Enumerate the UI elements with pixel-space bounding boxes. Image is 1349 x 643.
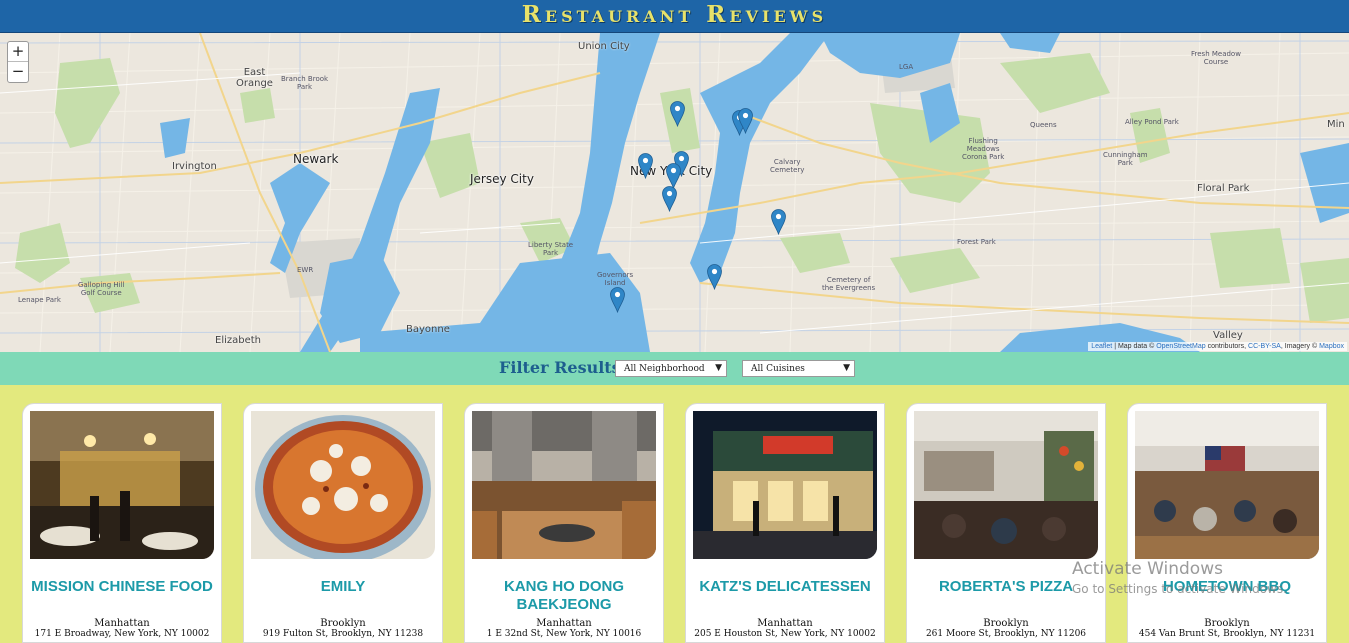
map-label-forest-park: Forest Park bbox=[957, 238, 996, 246]
map-label-cunningham-park: Cunningham Park bbox=[1103, 151, 1148, 167]
map-label-galloping-hill: Galloping Hill Golf Course bbox=[78, 281, 125, 297]
filter-title: Filter Results bbox=[499, 358, 621, 377]
attribution-text: , Imagery © bbox=[1280, 343, 1320, 350]
map-label-valley: Valley bbox=[1213, 330, 1243, 341]
attribution-text: | Map data © bbox=[1112, 343, 1157, 350]
restaurant-photo[interactable] bbox=[472, 411, 656, 559]
map-marker-icon[interactable] bbox=[670, 101, 685, 127]
map-label-cemetery-evergreens: Cemetery of the Evergreens bbox=[822, 276, 876, 292]
restaurant-photo[interactable] bbox=[914, 411, 1098, 559]
map-label-alley-pond-park: Alley Pond Park bbox=[1125, 118, 1179, 126]
restaurant-photo[interactable] bbox=[1135, 411, 1319, 559]
zoom-out-button[interactable]: − bbox=[8, 62, 28, 82]
map-label-east-orange: East Orange bbox=[236, 67, 273, 89]
map-label-branch-brook: Branch Brook Park bbox=[281, 75, 329, 91]
restaurant-neighborhood: Manhattan bbox=[536, 618, 592, 629]
map-label-fresh-meadow: Fresh Meadow Course bbox=[1191, 50, 1241, 66]
zoom-control: + − bbox=[7, 41, 29, 83]
map-marker-icon[interactable] bbox=[662, 186, 677, 212]
restaurant-card[interactable]: Emily Brooklyn 919 Fulton St, Brooklyn, … bbox=[243, 403, 443, 643]
dropdown-arrow-icon: ▼ bbox=[715, 363, 722, 373]
dropdown-arrow-icon: ▼ bbox=[843, 363, 850, 373]
restaurant-neighborhood: Manhattan bbox=[94, 618, 150, 629]
restaurant-name[interactable]: Katz's Delicatessen bbox=[686, 578, 884, 596]
restaurant-neighborhood: Brooklyn bbox=[320, 618, 366, 629]
map-marker-icon[interactable] bbox=[707, 264, 722, 290]
map-label-newark: Newark bbox=[293, 152, 339, 166]
license-link[interactable]: CC-BY-SA bbox=[1248, 343, 1281, 350]
restaurant-neighborhood: Brooklyn bbox=[1204, 618, 1250, 629]
attribution-text: contributors, bbox=[1205, 343, 1249, 350]
neighborhood-selected-value: All Neighborhood bbox=[624, 364, 705, 374]
cuisine-selected-value: All Cuisines bbox=[751, 364, 805, 374]
zoom-in-button[interactable]: + bbox=[8, 42, 28, 62]
neighborhood-select[interactable]: All Neighborhood ▼ bbox=[615, 360, 727, 377]
restaurant-photo[interactable] bbox=[30, 411, 214, 559]
restaurant-neighborhood: Brooklyn bbox=[983, 618, 1029, 629]
restaurant-card[interactable]: Kang Ho Dong Baekjeong Manhattan 1 E 32n… bbox=[464, 403, 664, 643]
restaurant-name[interactable]: Mission Chinese Food bbox=[23, 578, 221, 596]
restaurant-card[interactable]: Hometown BBQ Brooklyn 454 Van Brunt St, … bbox=[1127, 403, 1327, 643]
map-label-queens: Queens bbox=[1030, 121, 1057, 129]
restaurant-card[interactable]: Roberta's Pizza Brooklyn 261 Moore St, B… bbox=[906, 403, 1106, 643]
map-label-flushing-meadows: Flushing Meadows Corona Park bbox=[962, 137, 1005, 161]
restaurant-name[interactable]: Roberta's Pizza bbox=[907, 578, 1105, 596]
map-label-liberty-state-park: Liberty State Park bbox=[528, 241, 574, 257]
map-label-governors-island: Governors Island bbox=[597, 271, 634, 287]
map-marker-icon[interactable] bbox=[610, 287, 625, 313]
map-marker-icon[interactable] bbox=[771, 209, 786, 235]
leaflet-link[interactable]: Leaflet bbox=[1091, 343, 1112, 350]
map-label-union-city: Union City bbox=[578, 41, 630, 52]
restaurant-photo[interactable] bbox=[693, 411, 877, 559]
filter-bar: Filter Results All Neighborhood ▼ All Cu… bbox=[0, 352, 1349, 385]
restaurant-name[interactable]: Emily bbox=[244, 578, 442, 596]
map-label-lga: LGA bbox=[899, 63, 914, 71]
openstreetmap-link[interactable]: OpenStreetMap bbox=[1156, 343, 1205, 350]
map-label-lenape-park: Lenape Park bbox=[18, 296, 61, 304]
map-marker-icon[interactable] bbox=[638, 153, 653, 179]
cuisine-select[interactable]: All Cuisines ▼ bbox=[742, 360, 855, 377]
map-label-floral-park: Floral Park bbox=[1197, 183, 1250, 194]
map-label-irvington: Irvington bbox=[172, 161, 217, 172]
restaurant-list: Mission Chinese Food Manhattan 171 E Bro… bbox=[0, 385, 1349, 643]
map[interactable]: New York City Jersey City Newark East Or… bbox=[0, 33, 1349, 352]
restaurant-name[interactable]: Kang Ho Dong Baekjeong bbox=[465, 578, 663, 614]
map-label-ewr: EWR bbox=[297, 266, 314, 274]
map-label-mine: Min bbox=[1327, 119, 1345, 130]
restaurant-card[interactable]: Mission Chinese Food Manhattan 171 E Bro… bbox=[22, 403, 222, 643]
restaurant-photo[interactable] bbox=[251, 411, 435, 559]
map-label-elizabeth: Elizabeth bbox=[215, 335, 262, 346]
map-label-calvary-cemetery: Calvary Cemetery bbox=[770, 158, 805, 174]
site-title: Restaurant Reviews bbox=[521, 1, 828, 28]
restaurant-name[interactable]: Hometown BBQ bbox=[1128, 578, 1326, 596]
map-attribution: Leaflet | Map data © OpenStreetMap contr… bbox=[1088, 342, 1347, 351]
restaurant-neighborhood: Manhattan bbox=[757, 618, 813, 629]
restaurant-card[interactable]: Katz's Delicatessen Manhattan 205 E Hous… bbox=[685, 403, 885, 643]
map-marker-icon[interactable] bbox=[738, 108, 753, 134]
map-label-bayonne: Bayonne bbox=[406, 324, 450, 335]
site-header: Restaurant Reviews bbox=[0, 0, 1349, 33]
mapbox-link[interactable]: Mapbox bbox=[1319, 343, 1344, 350]
map-label-jersey-city: Jersey City bbox=[470, 172, 534, 186]
